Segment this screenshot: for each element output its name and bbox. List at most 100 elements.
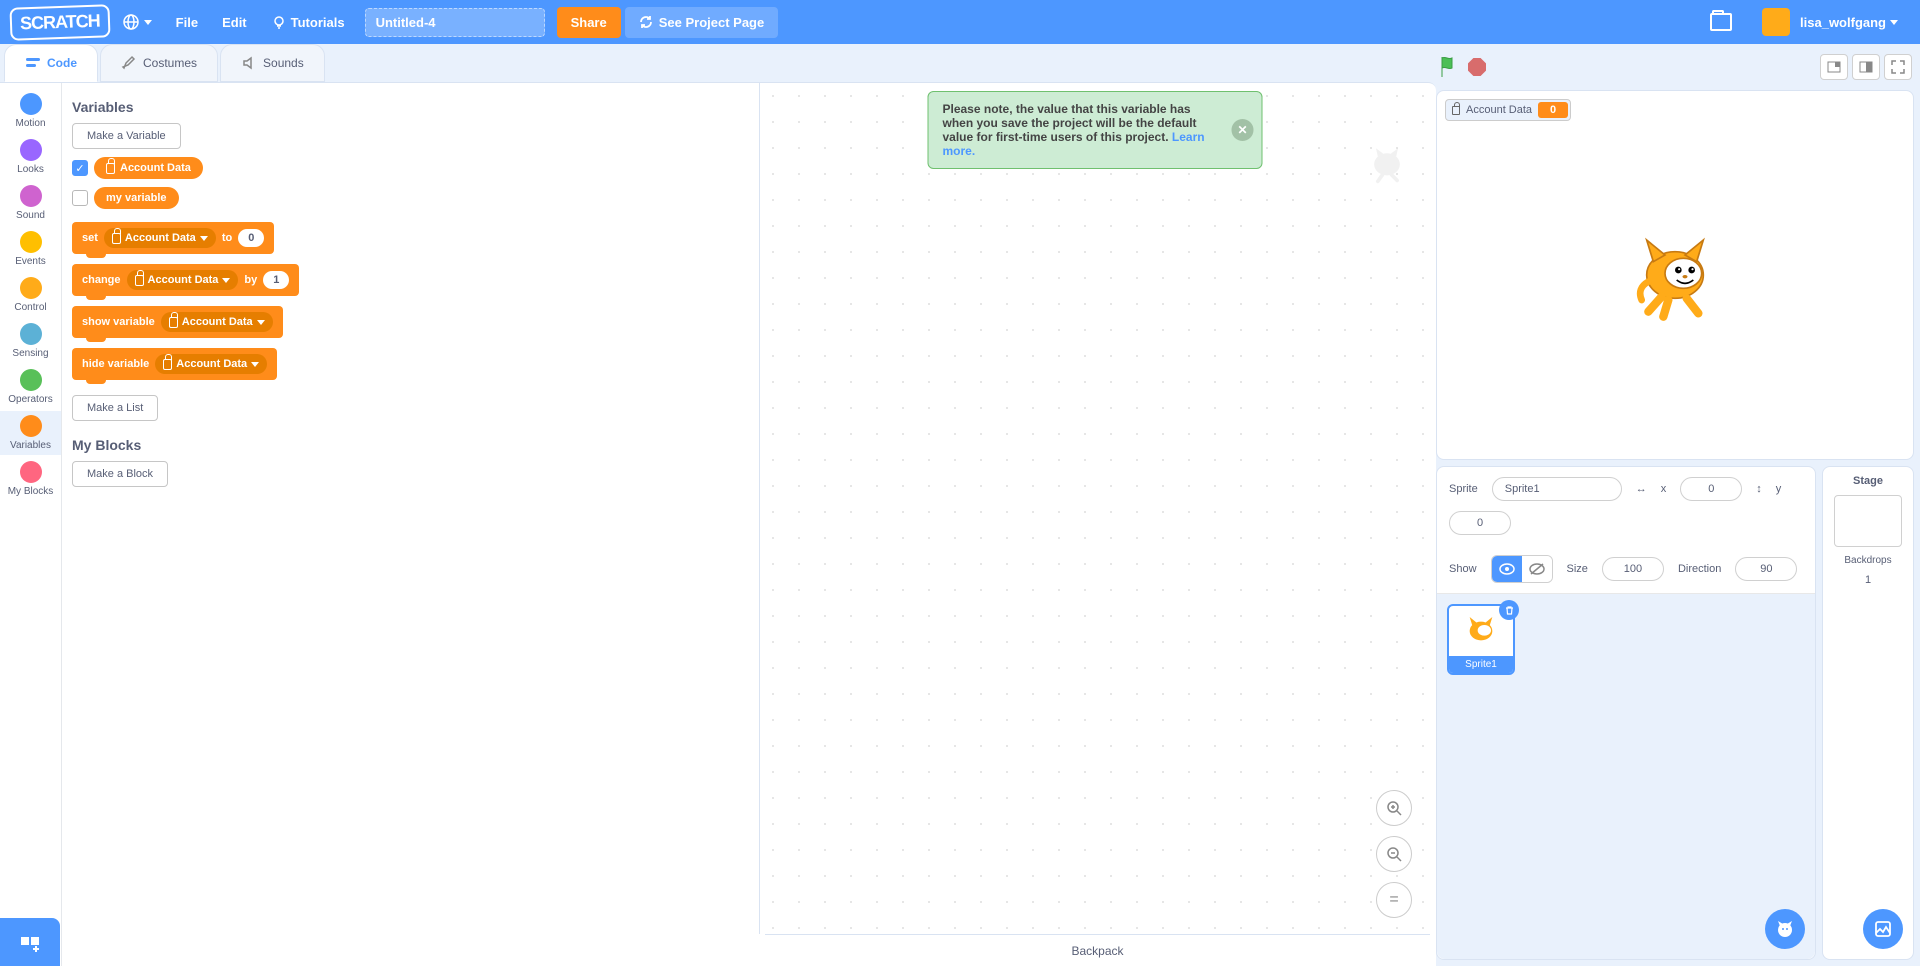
category-label: Events	[15, 256, 46, 267]
make-list-button[interactable]: Make a List	[72, 395, 158, 421]
edit-menu[interactable]: Edit	[210, 0, 259, 44]
sprite-size-input[interactable]	[1602, 557, 1664, 581]
sprite-tile[interactable]: Sprite1	[1447, 604, 1515, 675]
code-icon	[25, 55, 41, 71]
sprite-x-input[interactable]	[1680, 477, 1742, 501]
cloud-lock-icon	[135, 275, 144, 286]
block-set-variable[interactable]: set Account Data to 0	[72, 222, 274, 254]
variable-reporter[interactable]: my variable	[94, 187, 179, 209]
category-label: Operators	[8, 394, 52, 405]
make-variable-button[interactable]: Make a Variable	[72, 123, 181, 149]
category-dot-icon	[20, 139, 42, 161]
visibility-toggle	[1491, 555, 1553, 583]
chevron-down-icon	[251, 362, 259, 367]
stage-size-large-button[interactable]	[1852, 54, 1880, 80]
add-backdrop-button[interactable]	[1863, 909, 1903, 949]
stage-thumbnail[interactable]	[1834, 495, 1902, 547]
zoom-out-button[interactable]	[1376, 836, 1412, 872]
tab-code-label: Code	[47, 56, 77, 70]
tab-code[interactable]: Code	[4, 44, 98, 82]
category-variables[interactable]: Variables	[0, 411, 61, 455]
category-my-blocks[interactable]: My Blocks	[0, 457, 61, 501]
stage-selector[interactable]: Stage Backdrops 1	[1822, 466, 1914, 960]
stage-fullscreen-button[interactable]	[1884, 54, 1912, 80]
see-project-page-button[interactable]: See Project Page	[625, 7, 779, 38]
sprite-y-input[interactable]	[1449, 511, 1511, 535]
sprite-name-input[interactable]	[1492, 477, 1622, 501]
category-control[interactable]: Control	[0, 273, 61, 317]
backdrops-label: Backdrops	[1844, 555, 1891, 566]
avatar-icon	[1762, 8, 1790, 36]
block-show-variable[interactable]: show variable Account Data	[72, 306, 283, 338]
category-dot-icon	[20, 461, 42, 483]
variable-checkbox[interactable]	[72, 190, 88, 206]
zoom-reset-button[interactable]: =	[1376, 882, 1412, 918]
tutorials-button[interactable]: Tutorials	[259, 0, 357, 44]
globe-icon	[122, 13, 140, 31]
variable-row-my-variable: my variable	[72, 187, 749, 209]
block-dropdown[interactable]: Account Data	[127, 270, 239, 290]
my-stuff-button[interactable]	[1698, 0, 1744, 44]
block-change-variable[interactable]: change Account Data by 1	[72, 264, 299, 296]
add-sprite-button[interactable]	[1765, 909, 1805, 949]
scratch-logo[interactable]: SCRATCH	[9, 4, 110, 40]
tab-sounds-label: Sounds	[263, 56, 304, 70]
chevron-down-icon	[257, 320, 265, 325]
make-block-button[interactable]: Make a Block	[72, 461, 168, 487]
zoom-in-button[interactable]	[1376, 790, 1412, 826]
category-label: Looks	[17, 164, 44, 175]
stop-button[interactable]	[1468, 58, 1486, 76]
cloud-lock-icon	[169, 317, 178, 328]
block-hide-variable[interactable]: hide variable Account Data	[72, 348, 277, 380]
category-operators[interactable]: Operators	[0, 365, 61, 409]
green-flag-button[interactable]	[1438, 55, 1460, 79]
category-looks[interactable]: Looks	[0, 135, 61, 179]
block-dropdown[interactable]: Account Data	[161, 312, 273, 332]
blocks-workspace[interactable]: Please note, the value that this variabl…	[759, 83, 1430, 934]
block-input[interactable]: 0	[238, 229, 264, 247]
variable-monitor[interactable]: Account Data 0	[1445, 99, 1571, 121]
block-label: set	[82, 232, 98, 244]
see-page-label: See Project Page	[659, 15, 765, 30]
stage-size-small-button[interactable]	[1820, 54, 1848, 80]
tab-sounds[interactable]: Sounds	[220, 44, 325, 82]
account-menu[interactable]: lisa_wolfgang	[1744, 0, 1910, 44]
variable-name: my variable	[106, 192, 167, 204]
backpack-toggle[interactable]: Backpack	[765, 934, 1430, 966]
block-dropdown[interactable]: Account Data	[104, 228, 216, 248]
category-motion[interactable]: Motion	[0, 89, 61, 133]
variable-checkbox[interactable]: ✓	[72, 160, 88, 176]
category-events[interactable]: Events	[0, 227, 61, 271]
size-label: Size	[1567, 563, 1588, 575]
category-label: My Blocks	[8, 486, 54, 497]
hide-sprite-button[interactable]	[1522, 556, 1552, 582]
stage[interactable]: Account Data 0	[1436, 90, 1914, 460]
myblocks-header: My Blocks	[72, 437, 749, 453]
project-title-input[interactable]	[365, 8, 545, 37]
cloud-lock-icon	[163, 359, 172, 370]
show-label: Show	[1449, 563, 1477, 575]
language-menu[interactable]	[110, 0, 164, 44]
delete-sprite-button[interactable]	[1499, 600, 1519, 620]
category-sensing[interactable]: Sensing	[0, 319, 61, 363]
sprite-direction-input[interactable]	[1735, 557, 1797, 581]
xy-arrows-icon: ↔	[1636, 483, 1647, 495]
zoom-controls: =	[1376, 790, 1412, 918]
add-extension-button[interactable]	[0, 918, 60, 966]
sprite-label: Sprite	[1449, 483, 1478, 495]
show-sprite-button[interactable]	[1492, 556, 1522, 582]
category-label: Sensing	[12, 348, 48, 359]
category-label: Motion	[15, 118, 45, 129]
folder-icon	[1710, 13, 1732, 31]
tab-costumes[interactable]: Costumes	[100, 44, 218, 82]
block-dropdown[interactable]: Account Data	[155, 354, 267, 374]
variable-reporter[interactable]: Account Data	[94, 157, 203, 179]
alert-close-button[interactable]: ✕	[1232, 119, 1254, 141]
share-button[interactable]: Share	[557, 7, 621, 38]
sprite-watermark-icon	[1364, 139, 1410, 185]
file-menu[interactable]: File	[164, 0, 210, 44]
lightbulb-icon	[271, 14, 287, 30]
block-input[interactable]: 1	[263, 271, 289, 289]
category-sound[interactable]: Sound	[0, 181, 61, 225]
variable-name: Account Data	[120, 162, 191, 174]
